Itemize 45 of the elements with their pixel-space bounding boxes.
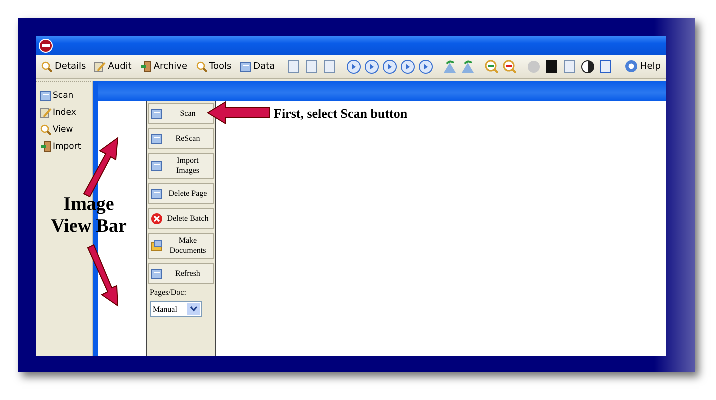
page-icon [151,160,163,172]
arrow [87,244,119,307]
folder-icon [151,240,163,252]
page-icon[interactable] [544,58,560,74]
pages-label: Pages/Doc: [149,288,188,297]
contrast-icon[interactable] [580,58,596,74]
scan-icon [40,90,52,102]
import-icon [40,140,52,152]
panel-button[interactable]: Make Documents [148,233,214,259]
panel-button[interactable]: Refresh [148,263,214,284]
toolbar-button[interactable]: Audit [91,60,135,74]
page-icon [151,132,163,144]
nav-item[interactable]: View [40,122,92,137]
app-logo-icon [39,38,53,52]
index-icon [40,106,52,118]
data-icon [240,60,252,72]
archive-icon [140,60,152,72]
rotate-left-icon[interactable] [442,58,458,74]
toolbar-button[interactable]: Tools [192,60,235,74]
audit-icon [94,60,106,72]
annotation-text: First, select Scan button [274,106,408,122]
page-icon [151,188,163,200]
toolbar-button[interactable]: Data [236,60,278,74]
help-button[interactable]: Help [622,59,664,74]
delete-icon [151,212,163,224]
pages-dropdown[interactable]: Manual [150,301,202,317]
zoom-in-icon[interactable] [484,58,500,74]
arrow [207,101,270,125]
view-icon [40,124,52,136]
nav-item[interactable]: Index [40,105,92,120]
panel-button[interactable]: Delete Batch [148,208,214,229]
panel-button[interactable]: ReScan [148,128,214,149]
panel-button[interactable]: Scan [148,103,214,124]
nav-item[interactable]: Import [40,139,92,154]
toolbar-button[interactable]: Archive [136,60,190,74]
caret-icon [190,306,198,312]
panel-button[interactable]: Import Images [148,153,214,179]
rotate-right-icon[interactable] [460,58,476,74]
nav-item[interactable]: Scan [40,88,92,103]
toolbar-button[interactable]: Details [38,60,90,74]
arrow [83,136,119,198]
page-icon [151,108,163,120]
page-icon [151,268,163,280]
panel-button[interactable]: Delete Page [148,183,214,204]
zoom-out-icon[interactable] [502,58,518,74]
